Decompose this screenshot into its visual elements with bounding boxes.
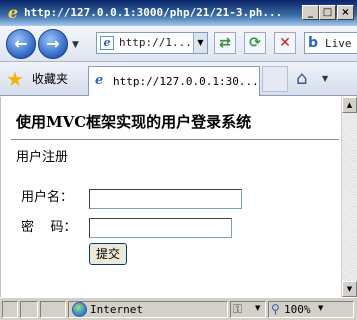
- scroll-up-icon[interactable]: ▲: [342, 97, 357, 113]
- lock-icon: ⚿: [233, 302, 243, 316]
- close-window-button[interactable]: ×: [337, 5, 354, 20]
- status-pane: [40, 301, 66, 318]
- tab-label: http://127.0.0.1:30...: [113, 75, 259, 88]
- home-dropdown-icon[interactable]: ▼: [322, 74, 328, 83]
- status-pane: [20, 301, 38, 318]
- page-title: 使用MVC框架实现的用户登录系统: [16, 113, 252, 131]
- scroll-track[interactable]: [342, 113, 357, 281]
- stop-button[interactable]: ✕: [274, 32, 296, 54]
- zoom-icon: ⚲: [271, 302, 280, 316]
- vertical-scrollbar[interactable]: ▲ ▼: [341, 97, 357, 297]
- address-dropdown-icon[interactable]: ▼: [193, 33, 207, 53]
- zoom-dropdown-icon[interactable]: ▼: [318, 304, 323, 312]
- address-url[interactable]: http://1...: [119, 36, 192, 50]
- minimize-button[interactable]: _: [302, 5, 319, 20]
- favorites-button[interactable]: ★ 收藏夹: [4, 67, 80, 91]
- live-search-icon: b: [308, 35, 319, 51]
- history-dropdown-icon[interactable]: ▼: [72, 40, 79, 50]
- username-input[interactable]: [89, 189, 242, 209]
- address-bar[interactable]: e http://1... ▼: [96, 32, 208, 54]
- scroll-down-icon[interactable]: ▼: [342, 281, 357, 297]
- page-icon: e: [100, 36, 114, 50]
- zoom-level[interactable]: 100%: [284, 302, 311, 317]
- ie-logo-icon: e: [7, 3, 19, 22]
- home-icon[interactable]: ⌂: [296, 67, 307, 91]
- search-box[interactable]: b Live: [304, 32, 357, 54]
- tab-bar: ★ 收藏夹 e http://127.0.0.1:30... ⌂ ▼: [0, 62, 357, 96]
- back-button[interactable]: ←: [6, 29, 36, 59]
- ie-page-icon: e: [95, 73, 104, 88]
- password-label: 密 码：: [21, 220, 77, 235]
- title-bar: e http://127.0.0.1:3000/php/21/21-3.ph..…: [0, 0, 357, 26]
- status-bar: Internet ⚿ ▼ ⚲ 100% ▼: [0, 297, 357, 320]
- internet-zone-icon: [72, 302, 87, 317]
- username-label: 用户名：: [21, 190, 74, 205]
- zoom-pane[interactable]: [268, 301, 354, 318]
- password-input[interactable]: [89, 218, 232, 238]
- maximize-button[interactable]: □: [319, 5, 336, 20]
- status-pane: [2, 301, 18, 318]
- new-tab-button[interactable]: [262, 66, 288, 92]
- page-viewport: 使用MVC框架实现的用户登录系统 用户注册 用户名： 密 码： 提交: [0, 97, 341, 297]
- zone-label: Internet: [90, 303, 143, 316]
- register-heading: 用户注册: [16, 150, 69, 165]
- search-provider-label: Live: [325, 37, 352, 50]
- compatibility-view-button[interactable]: ⇄: [214, 32, 236, 54]
- navigation-bar: ← → ▼ e http://1... ▼ ⇄ ⟳ ✕ b Live: [0, 26, 357, 62]
- star-icon: ★: [6, 67, 24, 91]
- divider: [11, 139, 339, 140]
- window-title: http://127.0.0.1:3000/php/21/21-3.ph...: [24, 6, 283, 19]
- security-dropdown-icon[interactable]: ▼: [255, 304, 260, 312]
- tab-active[interactable]: e http://127.0.0.1:30...: [88, 66, 260, 96]
- favorites-label: 收藏夹: [32, 72, 69, 86]
- submit-button[interactable]: 提交: [89, 243, 127, 265]
- forward-button[interactable]: →: [38, 29, 68, 59]
- refresh-button[interactable]: ⟳: [244, 32, 266, 54]
